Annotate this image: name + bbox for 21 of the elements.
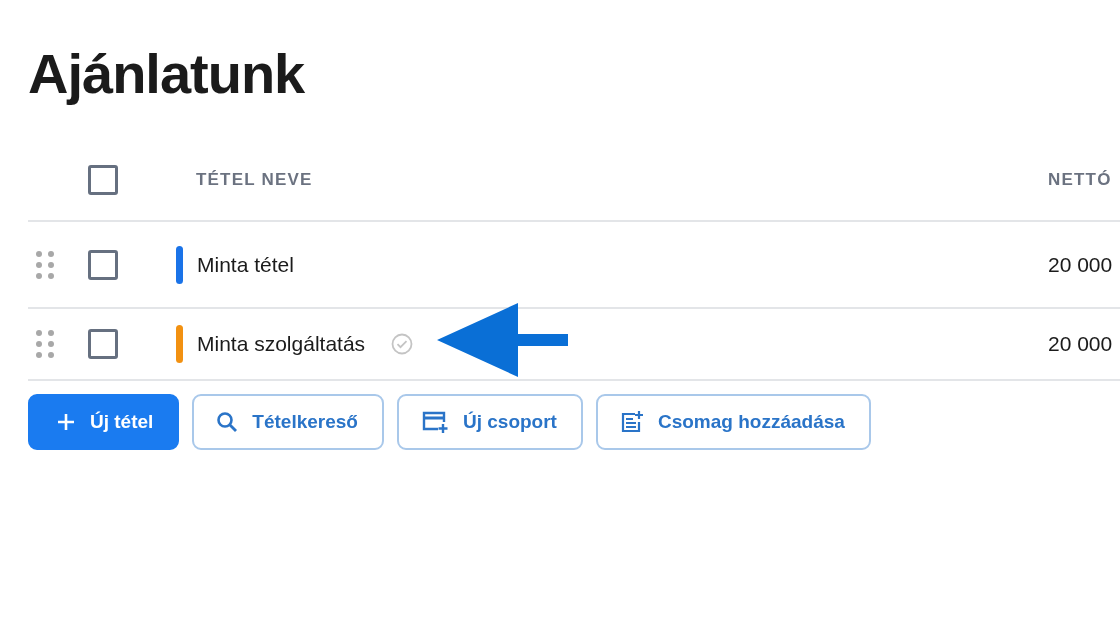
drag-handle-icon[interactable] — [36, 250, 54, 279]
plus-icon — [56, 412, 76, 432]
checkbox[interactable] — [88, 329, 118, 359]
search-icon — [216, 411, 239, 433]
item-name: Minta szolgáltatás — [197, 332, 366, 356]
drag-handle-icon[interactable] — [36, 330, 54, 358]
action-button[interactable]: Új tétel — [28, 394, 180, 450]
price-cell: 20 000 — [1048, 252, 1113, 277]
action-button[interactable]: Tételkereső — [192, 394, 384, 450]
action-button[interactable]: Új csoport — [397, 394, 583, 450]
action-button[interactable]: Csomag hozzáadása — [595, 394, 871, 450]
item-name: Minta tétel — [197, 252, 294, 277]
list-plus-icon — [619, 410, 644, 434]
column-header: TÉTEL NEVE — [196, 170, 313, 190]
card-plus-icon — [421, 410, 449, 434]
checkbox[interactable] — [88, 165, 118, 195]
price-cell: 20 000 — [1048, 332, 1113, 356]
column-header: NETTÓ — [1048, 170, 1112, 190]
checkbox[interactable] — [88, 249, 118, 280]
page-title: Ajánlatunk — [28, 41, 306, 107]
check-circle-icon — [391, 333, 414, 355]
